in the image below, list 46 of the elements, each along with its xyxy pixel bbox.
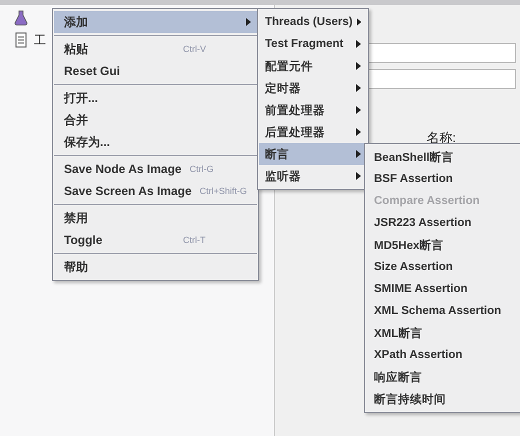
menu-item[interactable]: BeanShell断言 — [366, 146, 519, 168]
submenu-arrow-icon — [356, 62, 361, 70]
menu-item[interactable]: 响应断言 — [366, 366, 519, 388]
shortcut-label: Ctrl-G — [190, 164, 215, 174]
menu-item[interactable]: XML断言 — [366, 322, 519, 344]
shortcut-label: Ctrl-V — [183, 44, 207, 54]
menu-item[interactable]: Reset Gui — [54, 60, 257, 82]
submenu-arrow-icon — [356, 84, 361, 92]
menu-item[interactable]: 配置元件 — [259, 55, 367, 77]
menu-item[interactable]: 打开... — [54, 87, 257, 109]
menu-item[interactable]: SMIME Assertion — [366, 278, 519, 300]
tree-item[interactable]: 工 — [34, 32, 46, 48]
menu-item[interactable]: MD5Hex断言 — [366, 234, 519, 256]
menu-item[interactable]: Save Screen As Image Ctrl+Shift-G — [54, 180, 257, 202]
menu-item[interactable]: 监听器 — [259, 165, 367, 187]
menu-item[interactable]: Size Assertion — [366, 256, 519, 278]
submenu-arrow-icon — [356, 40, 361, 48]
flask-icon — [14, 10, 28, 26]
menu-item[interactable]: Toggle Ctrl-T — [54, 229, 257, 251]
submenu-arrow-icon — [356, 106, 361, 114]
menu-item[interactable]: 后置处理器 — [259, 121, 367, 143]
menu-item[interactable]: 断言持续时间 — [366, 388, 519, 410]
notepad-icon — [14, 32, 28, 48]
menu-item[interactable]: XML Schema Assertion — [366, 300, 519, 322]
menu-item[interactable]: XPath Assertion — [366, 344, 519, 366]
menu-item[interactable]: JSR223 Assertion — [366, 212, 519, 234]
menu-item[interactable]: 添加 — [54, 11, 257, 33]
shortcut-label: Ctrl+Shift-G — [200, 186, 248, 196]
menu-item[interactable]: 禁用 — [54, 207, 257, 229]
menu-item[interactable]: 前置处理器 — [259, 99, 367, 121]
menu-item[interactable]: 粘贴 Ctrl-V — [54, 38, 257, 60]
menu-item[interactable]: 保存为... — [54, 131, 257, 153]
menu-item[interactable]: 合并 — [54, 109, 257, 131]
submenu-arrow-icon — [356, 172, 361, 180]
menu-item[interactable]: BSF Assertion — [366, 168, 519, 190]
menu-item[interactable]: Threads (Users) — [259, 11, 367, 33]
menu-item[interactable]: Test Fragment — [259, 33, 367, 55]
submenu-arrow-icon — [356, 128, 361, 136]
menu-item[interactable]: 定时器 — [259, 77, 367, 99]
submenu-arrow-icon — [356, 150, 361, 158]
menu-item[interactable]: Save Node As Image Ctrl-G — [54, 158, 257, 180]
shortcut-label: Ctrl-T — [183, 235, 206, 245]
name-label: 名称: — [426, 129, 456, 147]
submenu-arrow-icon — [356, 18, 361, 26]
menu-item[interactable]: 帮助 — [54, 256, 257, 278]
menu-item[interactable]: 断言 — [259, 143, 367, 165]
